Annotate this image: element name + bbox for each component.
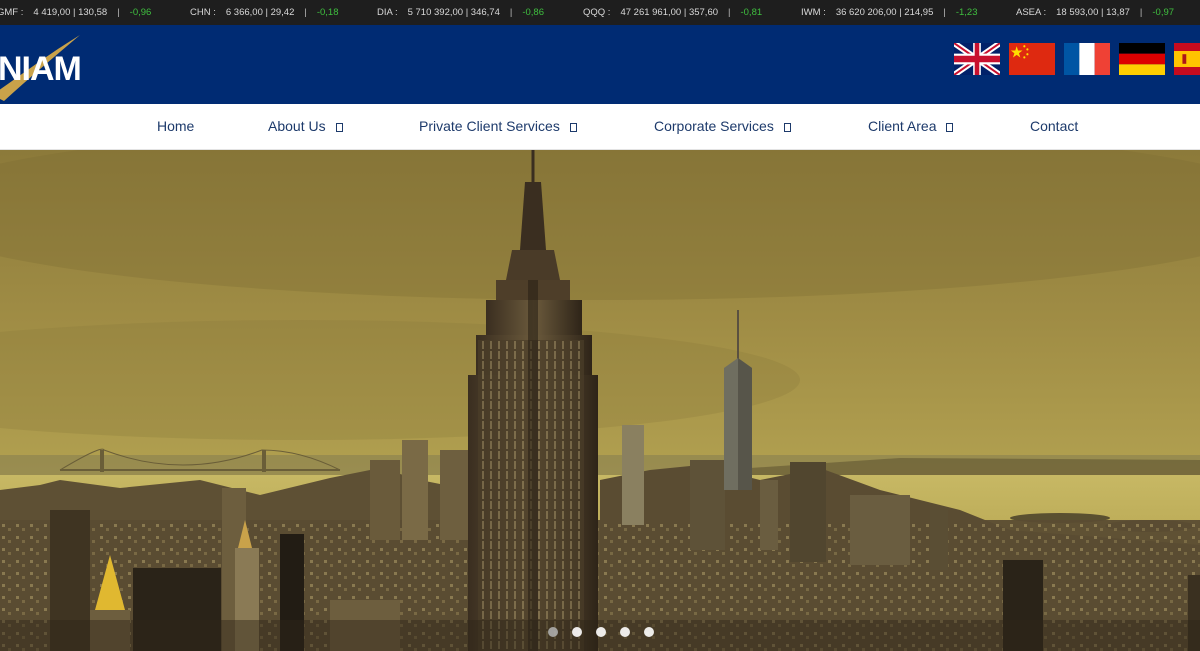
dropdown-caret-icon: [335, 123, 343, 132]
chinese-flag-icon[interactable]: [1009, 43, 1055, 75]
nav-corporate-services[interactable]: Corporate Services: [654, 118, 791, 134]
nav-home[interactable]: Home: [157, 118, 194, 134]
ticker-item: IWM :36 620 206,00 | 214,95 | -1,23: [801, 7, 978, 18]
logo-text: NIAM: [0, 50, 82, 88]
main-nav: Home About Us Private Client Services Co…: [0, 104, 1200, 150]
slider-dot-3[interactable]: [596, 627, 606, 637]
nav-about-us[interactable]: About Us: [268, 118, 343, 134]
english-flag-icon[interactable]: [954, 43, 1000, 75]
dropdown-caret-icon: [569, 123, 577, 132]
ticker-item: ASEA :18 593,00 | 13,87 | -0,97: [1016, 7, 1175, 18]
slider-dot-5[interactable]: [644, 627, 654, 637]
site-header: NIAM: [0, 25, 1200, 104]
nav-private-client-services[interactable]: Private Client Services: [419, 118, 577, 134]
market-ticker: GMF :4 419,00 | 130,58 | -0,96 CHN :6 366,…: [0, 0, 1200, 25]
dropdown-caret-icon: [783, 123, 791, 132]
dropdown-caret-icon: [946, 123, 954, 132]
slider-dot-1[interactable]: [548, 627, 558, 637]
slider-dot-4[interactable]: [620, 627, 630, 637]
slider-dot-2[interactable]: [572, 627, 582, 637]
ticker-item: QQQ :47 261 961,00 | 357,60 | -0,81: [583, 7, 763, 18]
ticker-item: DIA :5 710 392,00 | 346,74 | -0,86: [377, 7, 544, 18]
spanish-flag-icon[interactable]: [1174, 43, 1200, 75]
hero-slider: [0, 150, 1200, 651]
hero-city-skyline-image: [0, 150, 1200, 651]
nav-contact[interactable]: Contact: [1030, 118, 1078, 134]
nav-client-area[interactable]: Client Area: [868, 118, 954, 134]
ticker-item: CHN :6 366,00 | 29,42 | -0,18: [190, 7, 339, 18]
site-logo[interactable]: NIAM: [0, 33, 118, 101]
ticker-item: GMF :4 419,00 | 130,58 | -0,96: [0, 7, 152, 18]
french-flag-icon[interactable]: [1064, 43, 1110, 75]
german-flag-icon[interactable]: [1119, 43, 1165, 75]
